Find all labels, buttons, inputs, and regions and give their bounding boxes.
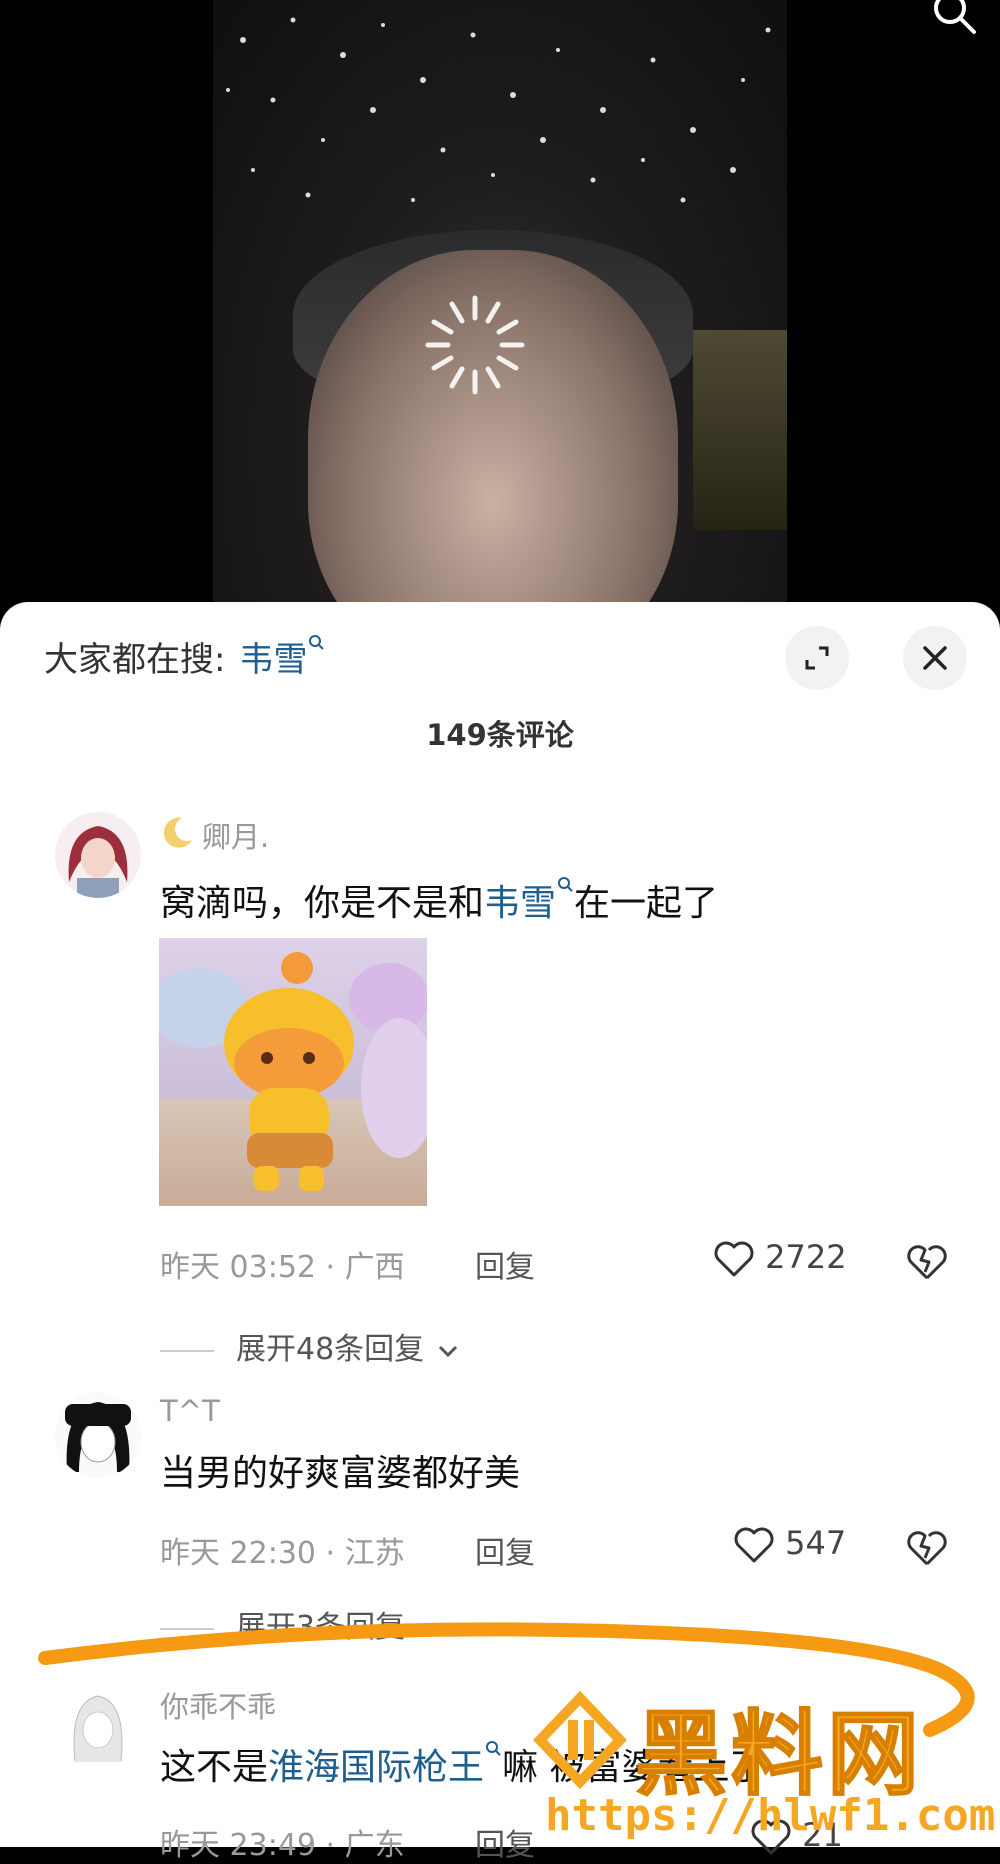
- divider-line: [160, 1627, 214, 1630]
- chevron-down-icon: [438, 1345, 457, 1357]
- watermark: 黑料网 https://hlwf1.com: [530, 1680, 995, 1841]
- broken-heart-icon[interactable]: [905, 1240, 949, 1284]
- comment-username[interactable]: T^T: [160, 1394, 220, 1428]
- keyword-search-icon: [558, 877, 573, 892]
- expand-replies-button[interactable]: 展开3条回复: [160, 1602, 443, 1646]
- hot-search-keyword[interactable]: 韦雪: [239, 640, 307, 680]
- comment-username[interactable]: 卿月.: [202, 814, 269, 856]
- loading-spinner-icon: [425, 295, 525, 395]
- heart-icon: [734, 1527, 774, 1563]
- ceiling-stars: [226, 17, 771, 203]
- reply-button[interactable]: 回复: [475, 1820, 535, 1864]
- avatar[interactable]: [55, 1392, 141, 1478]
- watermark-url: https://hlwf1.com: [545, 1790, 996, 1841]
- reply-button[interactable]: 回复: [475, 1528, 535, 1572]
- heart-icon: [714, 1241, 754, 1277]
- chevron-down-icon: [419, 1623, 438, 1635]
- comment-time-location: 昨天 23:49 · 广东: [160, 1828, 405, 1863]
- broken-heart-icon[interactable]: [905, 1526, 949, 1570]
- expand-button[interactable]: [785, 626, 849, 690]
- comment-username[interactable]: 你乖不乖: [160, 1684, 276, 1726]
- hot-search-bar[interactable]: 大家都在搜: 韦雪: [44, 632, 325, 681]
- comment-count: 149条评论: [426, 718, 574, 752]
- expand-icon: [805, 646, 829, 670]
- reply-button[interactable]: 回复: [475, 1242, 535, 1286]
- comment-time-location: 昨天 22:30 · 江苏: [160, 1536, 405, 1571]
- hot-search-prefix: 大家都在搜:: [44, 640, 226, 680]
- avatar[interactable]: [55, 1682, 141, 1768]
- comment-sticker-image[interactable]: [159, 938, 427, 1206]
- car-window: [693, 330, 787, 530]
- divider-line: [160, 1349, 214, 1352]
- search-icon[interactable]: [930, 0, 980, 40]
- comment-text: 窝滴吗，你是不是和韦雪 在一起了: [160, 874, 718, 926]
- expand-replies-button[interactable]: 展开48条回复: [160, 1324, 462, 1368]
- watermark-logo-icon: [533, 1690, 627, 1790]
- video-player[interactable]: [0, 0, 1000, 640]
- moon-icon: [163, 817, 192, 848]
- close-icon: [923, 646, 947, 670]
- comment-keyword-link[interactable]: 韦雪: [484, 883, 556, 924]
- like-button[interactable]: 547: [733, 1524, 846, 1565]
- like-button[interactable]: 2722: [713, 1238, 847, 1279]
- comment-keyword-link[interactable]: 淮海国际枪王: [268, 1747, 484, 1788]
- keyword-search-icon: [309, 635, 325, 650]
- like-count: 547: [785, 1524, 847, 1562]
- close-button[interactable]: [903, 626, 967, 690]
- avatar[interactable]: [55, 812, 141, 898]
- comment-sheet: 大家都在搜: 韦雪 149条评论 卿月. 窝滴吗，你是不是和韦雪 在一起了 昨天…: [0, 602, 1000, 1863]
- comment-time-location: 昨天 03:52 · 广西: [160, 1250, 405, 1285]
- like-count: 2722: [765, 1238, 847, 1276]
- keyword-search-icon: [486, 1741, 501, 1756]
- comment-text: 当男的好爽富婆都好美: [160, 1453, 521, 1494]
